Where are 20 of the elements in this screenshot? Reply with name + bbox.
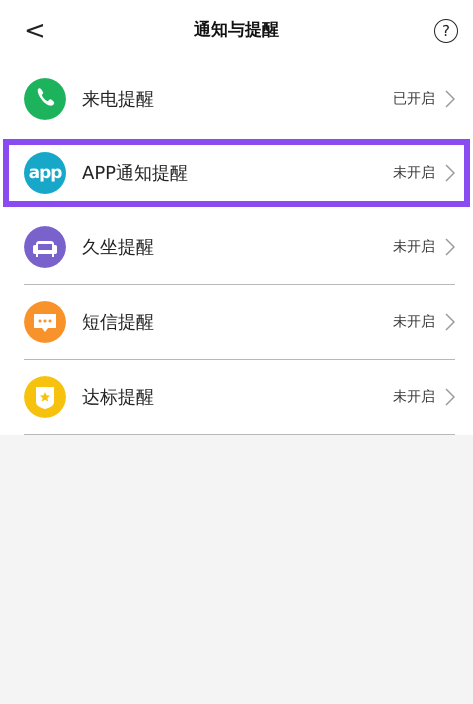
row-label: 久坐提醒 — [82, 236, 155, 260]
back-button[interactable]: < — [24, 17, 46, 45]
row-label: 达标提醒 — [82, 386, 155, 410]
page-title: 通知与提醒 — [194, 19, 279, 42]
row-label: 来电提醒 — [82, 88, 155, 112]
row-label: APP通知提醒 — [82, 162, 190, 186]
settings-row[interactable]: app APP通知提醒 未开启 — [0, 136, 473, 210]
help-button[interactable]: ? — [434, 19, 458, 43]
chevron-icon — [445, 388, 455, 406]
status-text: 未开启 — [393, 164, 435, 182]
status-text: 未开启 — [393, 238, 435, 256]
app-icon: app — [24, 152, 66, 194]
chevron-icon — [445, 164, 455, 182]
chevron-icon — [445, 90, 455, 108]
status-text: 未开启 — [393, 388, 435, 406]
chevron-icon — [445, 313, 455, 331]
chevron-icon — [445, 238, 455, 256]
status-text: 已开启 — [393, 90, 435, 108]
row-label: 短信提醒 — [82, 310, 155, 334]
status-text: 未开启 — [393, 312, 435, 332]
